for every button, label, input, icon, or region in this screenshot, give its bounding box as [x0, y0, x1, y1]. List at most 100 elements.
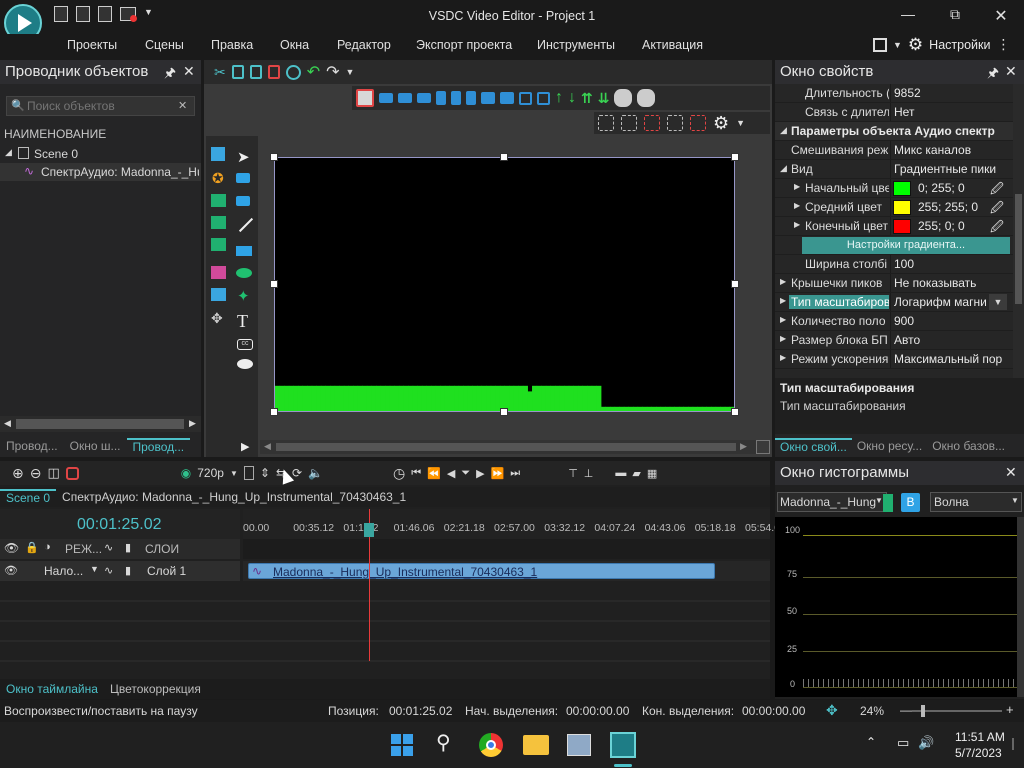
more-icon[interactable]: ⋮: [996, 36, 1010, 53]
pin-icon[interactable]: 🖈: [987, 64, 999, 86]
property-row[interactable]: Смешивания реж Микс каналов: [775, 141, 1024, 160]
tab-templates[interactable]: Окно ш...: [64, 439, 127, 453]
guides-icon[interactable]: [667, 115, 683, 131]
property-row[interactable]: Связь с длителі Нет: [775, 103, 1024, 122]
audio-tool-icon[interactable]: [211, 216, 226, 229]
delete-icon[interactable]: [267, 65, 280, 79]
resize-handle[interactable]: [731, 408, 739, 416]
chrome-icon[interactable]: [479, 733, 503, 757]
property-row[interactable]: ▶ Количество поло 900: [775, 312, 1024, 331]
subtitles-tool-icon[interactable]: cc: [237, 339, 253, 350]
resize-handle[interactable]: [270, 408, 278, 416]
color-swatch[interactable]: [893, 181, 911, 196]
same-size-icon[interactable]: [519, 91, 532, 105]
resolution-dropdown-icon[interactable]: ▼: [230, 469, 238, 478]
redo-dropdown-icon[interactable]: ▼: [346, 67, 355, 77]
menu-edit[interactable]: Правка: [211, 38, 253, 52]
undo-icon[interactable]: ↶: [307, 62, 320, 82]
visibility-icon[interactable]: 👁: [4, 541, 19, 555]
scroll-thumb[interactable]: [16, 419, 184, 429]
expand-icon[interactable]: ◢: [5, 147, 12, 158]
explorer-scrollbar[interactable]: ◀ ▶: [0, 416, 201, 432]
marker-icon[interactable]: ▮: [125, 541, 131, 554]
chevron-down-icon[interactable]: ▼: [875, 496, 883, 505]
freeform-tool-icon[interactable]: ✦: [237, 287, 250, 305]
search-icon[interactable]: ⚲: [436, 730, 451, 755]
mode-select[interactable]: Волна ▼: [930, 492, 1022, 512]
file-explorer-icon[interactable]: [523, 735, 549, 755]
show-desktop-button[interactable]: [1012, 738, 1014, 750]
move-down-icon[interactable]: ↓: [568, 89, 576, 107]
remove-layer-icon[interactable]: ⊖: [30, 465, 42, 482]
color-swatch[interactable]: [893, 200, 911, 215]
record-marker-icon[interactable]: [65, 466, 79, 480]
search-input[interactable]: [27, 98, 167, 114]
tab-properties[interactable]: Окно свой...: [775, 438, 852, 454]
property-row[interactable]: ▶ Крышечки пиков Не показывать: [775, 274, 1024, 293]
expand-icon[interactable]: ▶: [780, 277, 786, 286]
expand-icon[interactable]: ▶: [780, 296, 786, 305]
zoom-slider[interactable]: [912, 710, 1002, 712]
canvas-scrollbar[interactable]: ◀ ▶: [260, 440, 756, 454]
volume-icon[interactable]: 🔊: [918, 735, 934, 751]
tab-scene[interactable]: Scene 0: [0, 489, 57, 505]
collapse-icon[interactable]: ◢: [780, 163, 787, 174]
effects-tool-icon[interactable]: [211, 288, 226, 301]
close-panel-icon[interactable]: ✕: [1005, 63, 1017, 80]
align-bottom-icon[interactable]: [466, 91, 476, 105]
property-row[interactable]: ▶ Размер блока БП Авто: [775, 331, 1024, 350]
safe-area-icon[interactable]: [644, 115, 660, 131]
clock-icon[interactable]: ◷: [393, 465, 405, 482]
photos-icon[interactable]: [567, 734, 591, 756]
property-scrollbar[interactable]: [1013, 84, 1024, 378]
rectangle-shape-icon[interactable]: [236, 173, 250, 183]
paste-icon[interactable]: [249, 65, 262, 79]
pin-icon[interactable]: 🖈: [164, 64, 176, 86]
close-button[interactable]: ✕: [986, 6, 1016, 28]
tab-basic-effects[interactable]: Окно базов...: [927, 439, 1010, 453]
resize-handle[interactable]: [731, 153, 739, 161]
move-up-icon[interactable]: ↑: [555, 89, 563, 107]
select-all-icon[interactable]: [285, 64, 301, 80]
image-tool-icon[interactable]: [211, 194, 226, 207]
layer-row[interactable]: 👁 Нало... ▼ ∿ ▮ Слой 1: [0, 561, 240, 581]
step-back-icon[interactable]: ◀: [447, 467, 455, 480]
close-panel-icon[interactable]: ✕: [1005, 464, 1017, 481]
resize-handle[interactable]: [270, 153, 278, 161]
audio-spectrum-clip[interactable]: ∿ Madonna_-_Hung_Up_Instrumental_7043046…: [248, 563, 715, 579]
callout-tool-icon[interactable]: [237, 359, 253, 369]
repeat-icon[interactable]: ⟳: [292, 466, 302, 480]
resize-handle[interactable]: [500, 408, 508, 416]
resize-handle[interactable]: [500, 153, 508, 161]
menu-projects[interactable]: Проекты: [67, 38, 117, 52]
property-row-selected[interactable]: ▶ Тип масштабиров Логарифм магни ▼: [775, 293, 1024, 312]
tab-timeline-window[interactable]: Окно таймлайна: [6, 682, 98, 696]
canvas-corner-icon[interactable]: [756, 440, 770, 454]
scroll-thumb[interactable]: [276, 443, 736, 451]
resize-handle[interactable]: [731, 280, 739, 288]
menu-scenes[interactable]: Сцены: [145, 38, 184, 52]
tab-explorer-active[interactable]: Провод...: [126, 438, 191, 454]
color-swatch[interactable]: [893, 219, 911, 234]
go-start-icon[interactable]: ⏮: [411, 467, 421, 480]
grid-icon[interactable]: [598, 115, 614, 131]
magnet-icon[interactable]: ⊥: [584, 467, 594, 480]
tab-spectrum-object[interactable]: СпектрАудио: Madonna_-_Hung_Up_Instrumen…: [56, 490, 412, 504]
dropdown-icon[interactable]: ▼: [989, 294, 1007, 310]
markers-icon[interactable]: ▰: [632, 467, 640, 480]
tab-resources[interactable]: Окно ресу...: [852, 439, 927, 453]
property-row[interactable]: ▶ Средний цвет 255; 255; 0 🖉: [775, 198, 1024, 217]
canvas-settings-icon[interactable]: ⚙: [713, 113, 729, 134]
audio-wave-icon[interactable]: ∿: [104, 541, 113, 554]
menu-export[interactable]: Экспорт проекта: [416, 38, 512, 52]
volume-icon[interactable]: 🔈: [308, 466, 323, 480]
send-back-icon[interactable]: ⇊: [598, 90, 610, 107]
lock-icon[interactable]: 🔒: [25, 541, 39, 554]
cut-icon[interactable]: ✂: [214, 64, 226, 81]
settings-button[interactable]: Настройки: [929, 38, 990, 52]
scroll-right-icon[interactable]: ▶: [740, 441, 747, 452]
windows-start-icon[interactable]: [391, 734, 413, 756]
menu-tools[interactable]: Инструменты: [537, 38, 615, 52]
stop-icon[interactable]: ⏷: [461, 467, 470, 480]
bring-front-icon[interactable]: ⇈: [581, 90, 593, 107]
